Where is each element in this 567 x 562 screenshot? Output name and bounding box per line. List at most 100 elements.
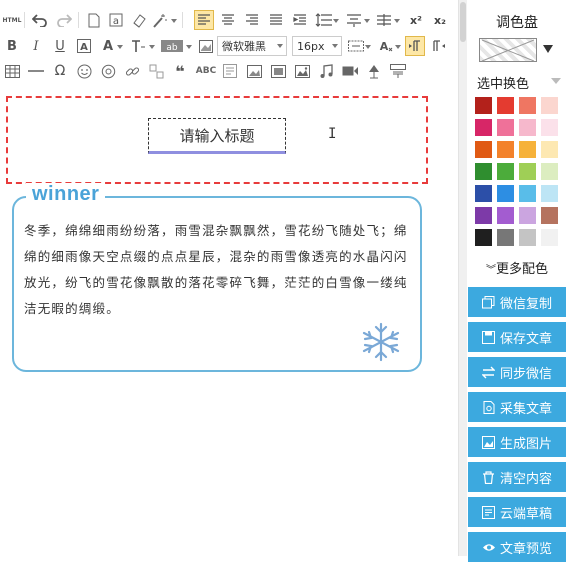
more-colors-link[interactable]: ︾更多配色: [467, 258, 567, 277]
image-icon[interactable]: [244, 61, 264, 81]
color-swatch[interactable]: [541, 97, 558, 114]
color-swatch[interactable]: [475, 163, 492, 180]
font-color-button[interactable]: A: [98, 36, 118, 56]
toolbar-row-1: HTML a x² x₂: [0, 7, 458, 33]
line-height-icon[interactable]: [314, 10, 334, 30]
insert-image-small-icon[interactable]: [196, 36, 216, 56]
redo-icon[interactable]: [54, 10, 74, 30]
sidebar-button-label: 微信复制: [499, 296, 552, 312]
superscript-button[interactable]: x²: [406, 10, 426, 30]
sidebar-button-label: 采集文章: [499, 401, 552, 417]
color-swatch[interactable]: [475, 119, 492, 136]
paragraph-format-icon[interactable]: [346, 36, 366, 56]
card-label: winner: [26, 183, 106, 206]
sidebar-button-1[interactable]: 微信复制: [468, 287, 566, 317]
music-icon[interactable]: [316, 61, 336, 81]
color-swatch[interactable]: [475, 141, 492, 158]
color-swatch[interactable]: [475, 229, 492, 246]
template-icon[interactable]: [220, 61, 240, 81]
font-border-icon[interactable]: A: [74, 36, 94, 56]
blockquote-button[interactable]: ❝: [170, 61, 190, 81]
color-swatch[interactable]: [475, 207, 492, 224]
color-swatch[interactable]: [519, 163, 536, 180]
color-swatch[interactable]: [519, 185, 536, 202]
horizontal-line-icon[interactable]: [26, 61, 46, 81]
undo-icon[interactable]: [30, 10, 50, 30]
text-format-icon[interactable]: [128, 36, 148, 56]
video-icon[interactable]: [340, 61, 360, 81]
multi-image-icon[interactable]: [268, 61, 288, 81]
color-swatch[interactable]: [541, 119, 558, 136]
bold-button[interactable]: B: [2, 36, 22, 56]
paragraph-spacing-icon[interactable]: [344, 10, 364, 30]
link-icon[interactable]: [122, 61, 142, 81]
sidebar-panel: 调色盘 选中换色 ︾更多配色 微信复制 保存文章 同步微信 采集文章 生成图片 清空内容云…: [467, 0, 567, 562]
italic-button[interactable]: I: [26, 36, 46, 56]
color-swatch[interactable]: [541, 163, 558, 180]
color-swatch[interactable]: [541, 207, 558, 224]
color-swatch[interactable]: [541, 229, 558, 246]
ltr-direction-icon[interactable]: [405, 36, 425, 56]
align-justify-icon[interactable]: [266, 10, 286, 30]
rtl-direction-icon[interactable]: [429, 36, 449, 56]
align-center-icon[interactable]: [218, 10, 238, 30]
format-painter-icon[interactable]: [150, 10, 170, 30]
color-swatch[interactable]: [475, 97, 492, 114]
color-swatch[interactable]: [497, 119, 514, 136]
color-swatch[interactable]: [497, 229, 514, 246]
spellcheck-button[interactable]: ABC: [194, 61, 218, 81]
new-document-icon[interactable]: [84, 10, 104, 30]
indent-icon[interactable]: [290, 10, 310, 30]
color-swatch[interactable]: [519, 97, 536, 114]
color-swatch[interactable]: [541, 141, 558, 158]
align-right-icon[interactable]: [242, 10, 262, 30]
text-cursor-icon: I: [328, 126, 337, 142]
unlink-icon[interactable]: [146, 61, 166, 81]
align-left-icon[interactable]: [194, 10, 214, 30]
sidebar-button-7[interactable]: 云端草稿: [468, 497, 566, 527]
color-swatch[interactable]: [519, 119, 536, 136]
sidebar-button-8[interactable]: 文章预览: [468, 532, 566, 562]
sidebar-button-6[interactable]: 清空内容: [468, 462, 566, 492]
underline-button[interactable]: U: [50, 36, 70, 56]
font-size-select[interactable]: 16px: [292, 36, 342, 56]
color-swatch[interactable]: [497, 185, 514, 202]
text-transform-icon[interactable]: A: [376, 36, 396, 56]
color-swatch[interactable]: [497, 207, 514, 224]
table-icon[interactable]: [2, 61, 22, 81]
sidebar-button-2[interactable]: 保存文章: [468, 322, 566, 352]
sidebar-button-4[interactable]: 采集文章: [468, 392, 566, 422]
code-block-icon[interactable]: [388, 61, 408, 81]
color-swatch[interactable]: [497, 163, 514, 180]
gallery-icon[interactable]: [292, 61, 312, 81]
special-chars-icon[interactable]: Ω: [50, 61, 70, 81]
pattern-dropdown-icon[interactable]: [543, 45, 553, 53]
selection-dropdown-icon[interactable]: [551, 78, 561, 84]
color-swatch[interactable]: [475, 185, 492, 202]
sidebar-button-5[interactable]: 生成图片: [468, 427, 566, 457]
subscript-button[interactable]: x₂: [430, 10, 450, 30]
pattern-selector[interactable]: [479, 38, 537, 62]
card-body-text[interactable]: 冬季，绵绵细雨纷纷落，雨雪混杂飘飘然，雪花纷飞随处飞；绵绵的细雨像天空点缀的点点…: [24, 218, 409, 322]
html-source-button[interactable]: HTML: [2, 10, 22, 30]
map-pin-icon[interactable]: [364, 61, 384, 81]
color-swatch[interactable]: [519, 207, 536, 224]
letter-spacing-icon[interactable]: [374, 10, 394, 30]
clear-format-icon[interactable]: [128, 10, 148, 30]
autoformat-icon[interactable]: a: [106, 10, 126, 30]
title-input[interactable]: 请输入标题: [148, 118, 286, 154]
font-family-select[interactable]: 微软雅黑: [217, 36, 287, 56]
scroll-thumb[interactable]: [460, 2, 466, 42]
selection-recolor-label[interactable]: 选中换色: [477, 73, 529, 92]
color-swatch[interactable]: [519, 141, 536, 158]
color-swatch[interactable]: [497, 97, 514, 114]
background-color-icon[interactable]: ab: [160, 36, 184, 56]
sidebar-button-3[interactable]: 同步微信: [468, 357, 566, 387]
editor-area: HTML a x² x₂ B I U A A ab 微软雅黑 16px A Ω …: [0, 0, 458, 556]
color-swatch[interactable]: [519, 229, 536, 246]
color-swatch[interactable]: [541, 185, 558, 202]
editor-scrollbar[interactable]: [458, 0, 467, 556]
color-swatch[interactable]: [497, 141, 514, 158]
mention-icon[interactable]: [98, 61, 118, 81]
emoji-icon[interactable]: [74, 61, 94, 81]
